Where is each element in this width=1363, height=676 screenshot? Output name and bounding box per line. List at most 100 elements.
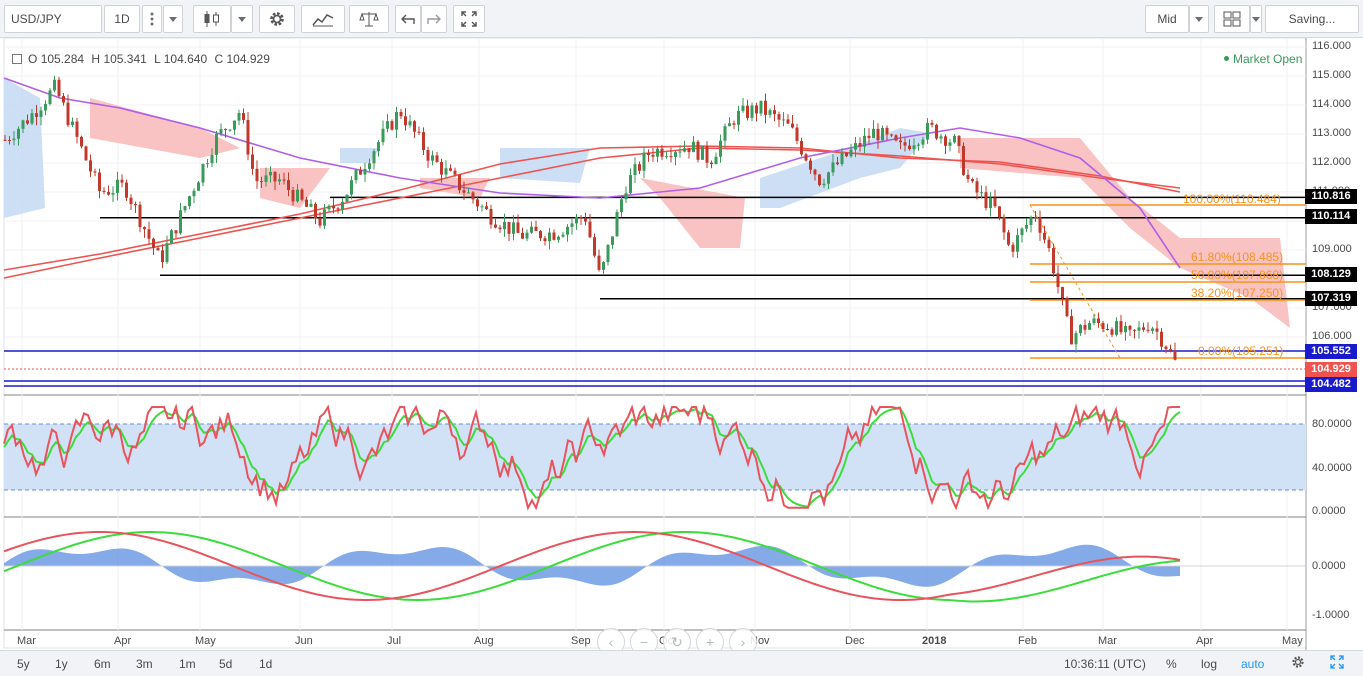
candle-body [246,119,250,155]
layout-button[interactable] [1214,5,1250,33]
candle-body [503,222,506,230]
chart-settings-button[interactable] [1291,655,1305,671]
candle-body [471,192,475,200]
percent-scale-button[interactable]: % [1166,656,1177,672]
settings-button[interactable] [259,5,295,33]
candle-body [872,128,875,139]
candle-body [818,174,821,186]
range-1d-button[interactable]: 1d [259,656,272,672]
candle-body [480,206,484,208]
candle-body [710,162,713,165]
candle-body [1097,318,1100,323]
time-tick: May [1282,635,1303,647]
open-label: O [28,52,38,66]
undo-icon [401,14,415,24]
candle-body [269,171,272,176]
ohlc-legend: O 105.284 H 105.341 L 104.640 C 104.929 [28,52,270,66]
candle-body [827,172,830,184]
price-source-dropdown-button[interactable] [1189,5,1209,33]
undo-button[interactable] [395,5,421,33]
interval-button[interactable]: 1D [104,5,140,33]
candle-body [476,199,479,207]
candle-body [89,160,92,172]
candle-body [35,113,38,117]
candle-body [656,148,659,157]
price-source-select[interactable]: Mid [1145,5,1189,33]
candle-body [674,152,677,157]
compare-button[interactable] [349,5,389,33]
candle-body [368,163,371,169]
candle-body [638,164,641,171]
candle-body [462,190,466,193]
save-status-button[interactable]: Saving... [1265,5,1359,33]
candle-body [1029,217,1033,226]
candle-body [17,128,20,139]
candle-body [647,152,650,155]
expand-icon [1330,655,1344,669]
range-5y-button[interactable]: 5y [17,656,30,672]
candle-body [854,143,857,150]
auto-scale-button[interactable]: auto [1241,656,1264,672]
candle-body [399,111,403,117]
candle-body [755,105,758,114]
candle-body [1092,318,1096,324]
candle-body [800,140,803,155]
fullscreen-button[interactable] [453,5,485,33]
price-label-110816: 110.816 [1305,189,1357,204]
indicators-button[interactable] [301,5,345,33]
interval-dropdown-button[interactable] [163,5,183,33]
range-3m-button[interactable]: 3m [136,656,153,672]
candle-body [1160,331,1163,347]
chart-canvas[interactable] [0,38,1363,650]
candles-icon [204,11,219,27]
candle-body [417,131,421,133]
candle-body [453,170,457,175]
candle-body [305,199,308,207]
chart-style-dropdown-button[interactable] [231,5,253,33]
candle-body [584,218,587,222]
range-6m-button[interactable]: 6m [94,656,111,672]
range-1m-button[interactable]: 1m [179,656,196,672]
legend-toggle-checkbox[interactable] [12,54,22,64]
candle-body [845,152,848,157]
candle-body [1169,349,1172,351]
candle-body [98,172,101,191]
maximize-button[interactable] [1330,655,1344,671]
candle-body [678,151,682,153]
candle-body [588,221,592,238]
price-tick: 116.000 [1312,40,1351,52]
more-vert-icon[interactable] [142,5,162,33]
redo-button[interactable] [421,5,447,33]
candle-body [210,154,214,164]
range-5d-button[interactable]: 5d [219,656,232,672]
candle-body [444,168,448,175]
symbol-search-input[interactable]: USD/JPY [4,5,102,33]
log-scale-button[interactable]: log [1201,656,1217,672]
chart-area[interactable]: 116.000 115.000 114.000 113.000 112.000 … [0,38,1363,656]
chart-style-button[interactable] [193,5,231,33]
candle-body [287,180,290,191]
candle-body [206,163,209,165]
candle-body [935,124,938,139]
candle-body [57,79,61,97]
candle-body [8,139,11,141]
candle-body [993,197,997,207]
price-tick: 113.000 [1312,127,1351,139]
candle-body [12,138,16,141]
candle-body [278,179,281,182]
layout-dropdown-button[interactable] [1250,5,1262,33]
candle-body [152,238,155,249]
candle-body [431,155,434,161]
candle-body [1146,329,1150,331]
candle-body [836,162,839,165]
rsi-tick: 40.0000 [1312,462,1352,474]
candle-body [597,255,601,270]
range-1y-button[interactable]: 1y [55,656,68,672]
candle-body [507,222,511,234]
price-label-108129: 108.129 [1305,267,1357,282]
time-tick: Dec [845,635,865,647]
price-label-104482: 104.482 [1305,377,1357,392]
candle-body [332,205,335,209]
candle-body [300,189,304,200]
candle-body [998,206,1001,218]
